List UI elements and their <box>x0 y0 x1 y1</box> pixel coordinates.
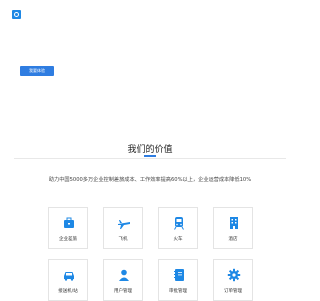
feature-label: 飞机 <box>118 237 128 242</box>
notebook-icon <box>174 269 184 281</box>
car-icon <box>64 272 74 281</box>
feature-card-orders[interactable]: 订单管理 <box>213 259 253 301</box>
airplane-icon <box>118 220 130 229</box>
gear-icon <box>227 268 241 282</box>
top-bar <box>0 0 300 22</box>
try-now-button[interactable]: 我要体验 <box>20 66 54 76</box>
briefcase-icon <box>64 217 74 228</box>
feature-card-transfer[interactable]: 接送机/站 <box>48 259 88 301</box>
hotel-icon <box>230 217 238 229</box>
feature-label: 用户管理 <box>114 289 132 294</box>
feature-card-hotel[interactable]: 酒店 <box>213 207 253 249</box>
train-icon <box>174 217 184 230</box>
title-underline <box>144 155 156 157</box>
section-description: 助力中国5000多万企业控制差旅成本、工作效率提高60%以上，企业运营成本降低1… <box>48 177 252 183</box>
feature-card-flight[interactable]: 飞机 <box>103 207 143 249</box>
feature-label: 订单管理 <box>224 289 242 294</box>
feature-card-business-travel[interactable]: 企业差旅 <box>48 207 88 249</box>
feature-card-approval[interactable]: 审批管理 <box>158 259 198 301</box>
feature-label: 酒店 <box>228 237 238 242</box>
feature-label: 火车 <box>173 237 183 242</box>
feature-label: 审批管理 <box>169 289 187 294</box>
hero-banner: 我要体验 <box>0 22 300 130</box>
user-icon <box>119 269 129 281</box>
section-title: 我们的价值 <box>127 145 173 155</box>
feature-card-users[interactable]: 用户管理 <box>103 259 143 301</box>
feature-label: 接送机/站 <box>58 289 78 294</box>
section-divider <box>14 158 286 159</box>
brand-logo-icon[interactable] <box>12 10 21 19</box>
feature-label: 企业差旅 <box>59 237 77 242</box>
feature-card-train[interactable]: 火车 <box>158 207 198 249</box>
